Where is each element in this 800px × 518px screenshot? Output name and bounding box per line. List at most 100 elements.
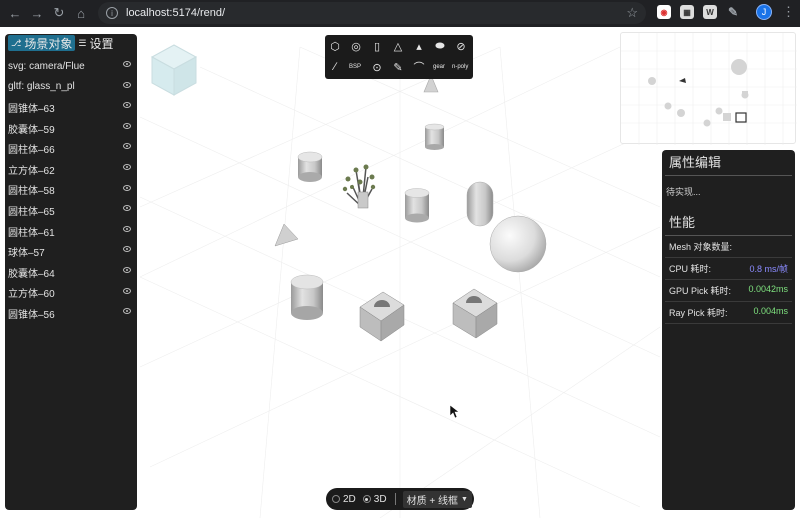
object-name: gltf: glass_n_pl xyxy=(8,81,75,93)
extensions-puzzle-icon[interactable]: ✎ xyxy=(726,5,740,19)
box-icon[interactable]: ⬡ xyxy=(327,38,343,54)
cylinder-object[interactable] xyxy=(404,188,430,223)
sphere-icon[interactable]: ◎ xyxy=(348,38,364,54)
address-bar[interactable]: i localhost:5174/rend/ ☆ xyxy=(98,2,646,24)
plant-model[interactable] xyxy=(342,164,376,209)
browser-menu-icon[interactable]: ⋮ xyxy=(782,4,795,20)
gpu-pick-label: GPU Pick 耗时: xyxy=(669,286,732,296)
ray-pick-value: 0.004ms xyxy=(753,306,788,316)
list-item[interactable]: 球体–57 xyxy=(5,241,137,262)
mesh-count-row: Mesh 对象数量: xyxy=(665,236,792,258)
cpu-time-value: 0.8 ms/帧 xyxy=(749,264,788,274)
view-cube[interactable] xyxy=(150,44,198,96)
profile-avatar[interactable]: J xyxy=(756,4,772,20)
radio-3d[interactable] xyxy=(362,495,371,503)
browser-toolbar: ← → ↻ ⌂ i localhost:5174/rend/ ☆ ◉ ▦ W ✎… xyxy=(0,0,800,27)
line-icon[interactable]: ∕ xyxy=(327,59,343,75)
torus-icon[interactable]: ⊘ xyxy=(453,38,469,54)
chevron-down-icon: ▼ xyxy=(461,495,468,503)
list-item[interactable]: 圆柱体–65 xyxy=(5,200,137,221)
eye-icon[interactable] xyxy=(123,205,131,212)
radio-2d[interactable] xyxy=(332,495,340,503)
eye-icon[interactable] xyxy=(123,143,131,150)
eye-icon[interactable] xyxy=(123,225,131,232)
bookmark-star-icon[interactable]: ☆ xyxy=(626,5,638,21)
eye-icon[interactable] xyxy=(123,287,131,294)
cone-object[interactable] xyxy=(274,223,299,247)
ray-pick-row: Ray Pick 耗时: 0.004ms xyxy=(665,302,792,324)
mode-2d-label[interactable]: 2D xyxy=(343,494,356,505)
extension-translate-icon[interactable]: ▦ xyxy=(680,5,694,19)
properties-title: 属性编辑 xyxy=(665,150,792,176)
eye-icon[interactable] xyxy=(123,122,131,129)
tab-scene-objects[interactable]: ⎇ 场景对象 xyxy=(8,35,76,51)
url-text: localhost:5174/rend/ xyxy=(126,7,226,19)
floor-grid xyxy=(139,46,661,518)
shape-toolbar: ⬡ ◎ ▯ △ ▴ ⬬ ⊘ ∕ BSP ⊙ ✎ ⌒ gear n-poly xyxy=(325,35,473,79)
list-item[interactable]: 圆柱体–58 xyxy=(5,180,137,201)
object-name: 圆柱体–66 xyxy=(8,145,55,157)
eye-icon[interactable] xyxy=(123,308,131,315)
list-item[interactable]: 圆柱体–66 xyxy=(5,138,137,159)
circle-dot-icon[interactable]: ⊙ xyxy=(369,59,385,75)
tetrahedron-icon[interactable]: ▴ xyxy=(411,38,427,54)
n-poly-button[interactable]: n-poly xyxy=(452,64,468,70)
mouse-cursor xyxy=(449,404,460,419)
tab-label: 设置 xyxy=(89,36,114,51)
material-select[interactable]: 材质 + 线框 ▼ xyxy=(402,490,472,508)
cube-object[interactable] xyxy=(359,291,405,342)
extension-record-icon[interactable]: ◉ xyxy=(657,5,671,19)
cylinder-icon[interactable]: ▯ xyxy=(369,38,385,54)
back-icon[interactable]: ← xyxy=(4,2,26,24)
pen-icon[interactable]: ✎ xyxy=(390,59,406,75)
gpu-pick-row: GPU Pick 耗时: 0.0042ms xyxy=(665,280,792,302)
scene-viewport[interactable]: ⎇ 场景对象 ☰ 设置 svg: camera/Flue gltf: glass… xyxy=(0,27,800,518)
minimap[interactable] xyxy=(620,32,797,145)
mode-3d-label[interactable]: 3D xyxy=(374,494,387,505)
list-item[interactable]: 圆柱体–61 xyxy=(5,221,137,242)
list-item[interactable]: 圆锥体–63 xyxy=(5,97,137,118)
object-name: 圆锥体–63 xyxy=(8,103,55,115)
list-item[interactable]: 胶囊体–64 xyxy=(5,262,137,283)
eye-icon[interactable] xyxy=(123,246,131,253)
eye-icon[interactable] xyxy=(123,266,131,273)
mesh-count-label: Mesh 对象数量: xyxy=(669,242,733,252)
eye-icon[interactable] xyxy=(123,81,131,88)
properties-placeholder: 待实现... xyxy=(666,187,701,197)
cube-object[interactable] xyxy=(452,288,498,339)
site-info-icon[interactable]: i xyxy=(106,7,118,19)
eye-icon[interactable] xyxy=(123,61,131,67)
eye-icon[interactable] xyxy=(123,102,131,109)
object-name: 立方体–60 xyxy=(8,289,55,301)
sphere-object[interactable] xyxy=(489,215,547,273)
list-item[interactable]: 圆锥体–56 xyxy=(5,303,137,324)
forward-icon[interactable]: → xyxy=(26,2,48,24)
list-item[interactable]: 胶囊体–59 xyxy=(5,118,137,139)
reload-icon[interactable]: ↻ xyxy=(48,2,70,24)
capsule-icon[interactable]: ⬬ xyxy=(432,38,448,54)
tab-settings[interactable]: ☰ 设置 xyxy=(75,35,116,51)
object-name: svg: camera/Flue xyxy=(8,60,85,72)
object-name: 胶囊体–64 xyxy=(8,268,55,280)
material-select-value: 材质 + 线框 xyxy=(406,495,458,507)
list-item[interactable]: 立方体–62 xyxy=(5,159,137,180)
eye-icon[interactable] xyxy=(123,184,131,191)
eye-icon[interactable] xyxy=(123,163,131,170)
extension-w-label: W xyxy=(706,7,714,17)
object-name: 圆柱体–58 xyxy=(8,186,55,198)
cone-icon[interactable]: △ xyxy=(390,38,406,54)
cylinder-object[interactable] xyxy=(290,274,324,320)
arc-icon[interactable]: ⌒ xyxy=(411,59,427,75)
cylinder-object[interactable] xyxy=(424,123,445,150)
cylinder-object[interactable] xyxy=(297,151,323,182)
extension-w-icon[interactable]: W xyxy=(703,5,717,19)
bsp-button[interactable]: BSP xyxy=(349,64,361,70)
minimap-canvas xyxy=(621,33,797,145)
list-item[interactable]: 立方体–60 xyxy=(5,283,137,304)
list-item[interactable]: svg: camera/Flue xyxy=(5,56,137,77)
view-mode-bar: 2D 3D 材质 + 线框 ▼ xyxy=(326,488,474,510)
list-item[interactable]: gltf: glass_n_pl xyxy=(5,77,137,98)
capsule-object[interactable] xyxy=(466,181,494,227)
home-icon[interactable]: ⌂ xyxy=(70,2,92,24)
gear-button[interactable]: gear xyxy=(433,64,445,70)
